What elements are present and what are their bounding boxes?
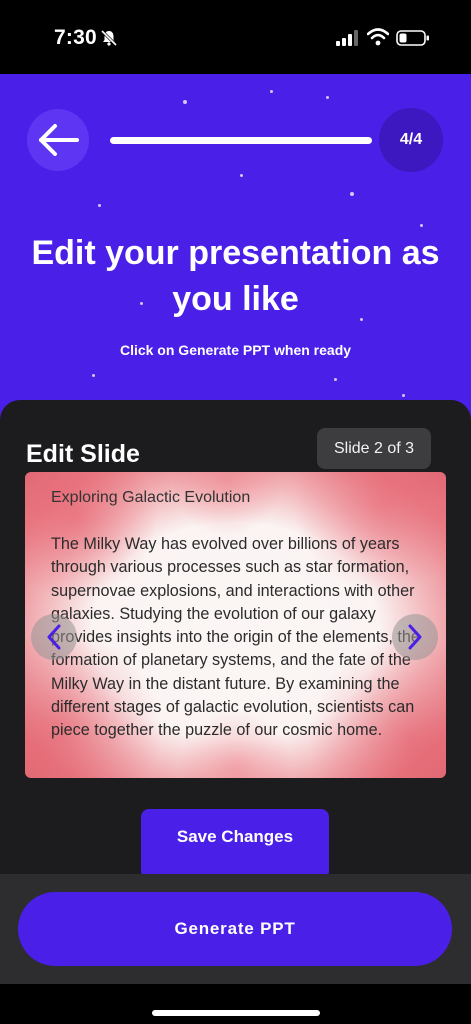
slide-heading[interactable]: Exploring Galactic Evolution [51, 489, 250, 507]
star-decoration [270, 90, 273, 93]
star-decoration [326, 96, 329, 99]
previous-slide-button[interactable] [31, 614, 77, 660]
save-changes-button[interactable]: Save Changes [141, 809, 329, 874]
page-subtitle: Click on Generate PPT when ready [119, 342, 352, 358]
page-title: Edit your presentation as you like [31, 234, 440, 318]
step-indicator: 4/4 [379, 108, 443, 172]
battery-icon [396, 30, 429, 46]
bell-slash-icon [100, 29, 118, 47]
star-decoration [350, 192, 354, 196]
star-decoration [420, 224, 423, 227]
hero-header: 4/4 Edit your presentation as you like C… [0, 74, 471, 434]
star-decoration [183, 100, 187, 104]
star-decoration [240, 174, 243, 177]
next-slide-button[interactable] [392, 614, 438, 660]
slide-preview[interactable]: Exploring Galactic Evolution The Milky W… [25, 472, 446, 778]
chevron-right-icon [408, 624, 422, 650]
slide-counter: Slide 2 of 3 [317, 428, 431, 469]
signal-icon [336, 30, 358, 46]
generate-ppt-button[interactable]: Generate PPT [18, 892, 452, 966]
slide-body-text[interactable]: The Milky Way has evolved over billions … [51, 533, 426, 743]
arrow-left-icon [39, 124, 79, 156]
star-decoration [98, 204, 101, 207]
home-area [0, 984, 471, 1024]
progress-bar [110, 137, 372, 144]
wifi-icon [367, 28, 389, 46]
home-indicator[interactable] [152, 1010, 320, 1016]
chevron-left-icon [47, 624, 61, 650]
edit-slide-title: Edit Slide [26, 440, 140, 468]
bottom-action-bar: Generate PPT [0, 874, 471, 984]
star-decoration [402, 394, 405, 397]
back-button[interactable] [27, 109, 89, 171]
star-decoration [92, 374, 95, 377]
status-time: 7:30 [54, 26, 97, 49]
edit-slide-panel: Edit Slide Slide 2 of 3 Exploring Galact… [0, 400, 471, 874]
status-bar: 7:30 [0, 0, 471, 74]
star-decoration [334, 378, 337, 381]
